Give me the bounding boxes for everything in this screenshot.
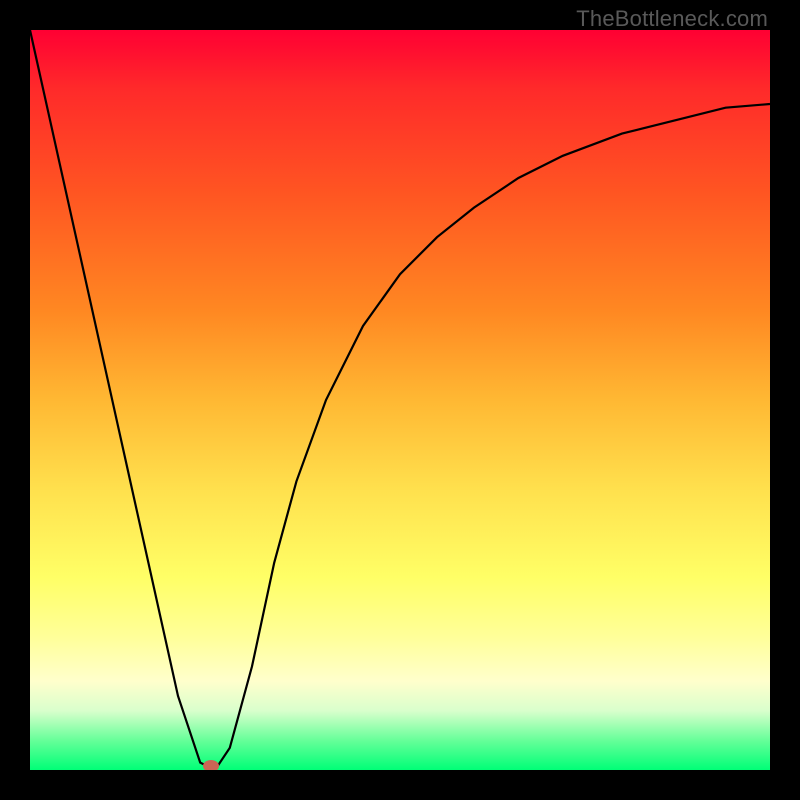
- curve-path: [30, 30, 770, 770]
- bottleneck-curve: [30, 30, 770, 770]
- optimal-point-marker: [203, 760, 219, 770]
- chart-frame: TheBottleneck.com: [0, 0, 800, 800]
- watermark-text: TheBottleneck.com: [576, 6, 768, 32]
- plot-area: [30, 30, 770, 770]
